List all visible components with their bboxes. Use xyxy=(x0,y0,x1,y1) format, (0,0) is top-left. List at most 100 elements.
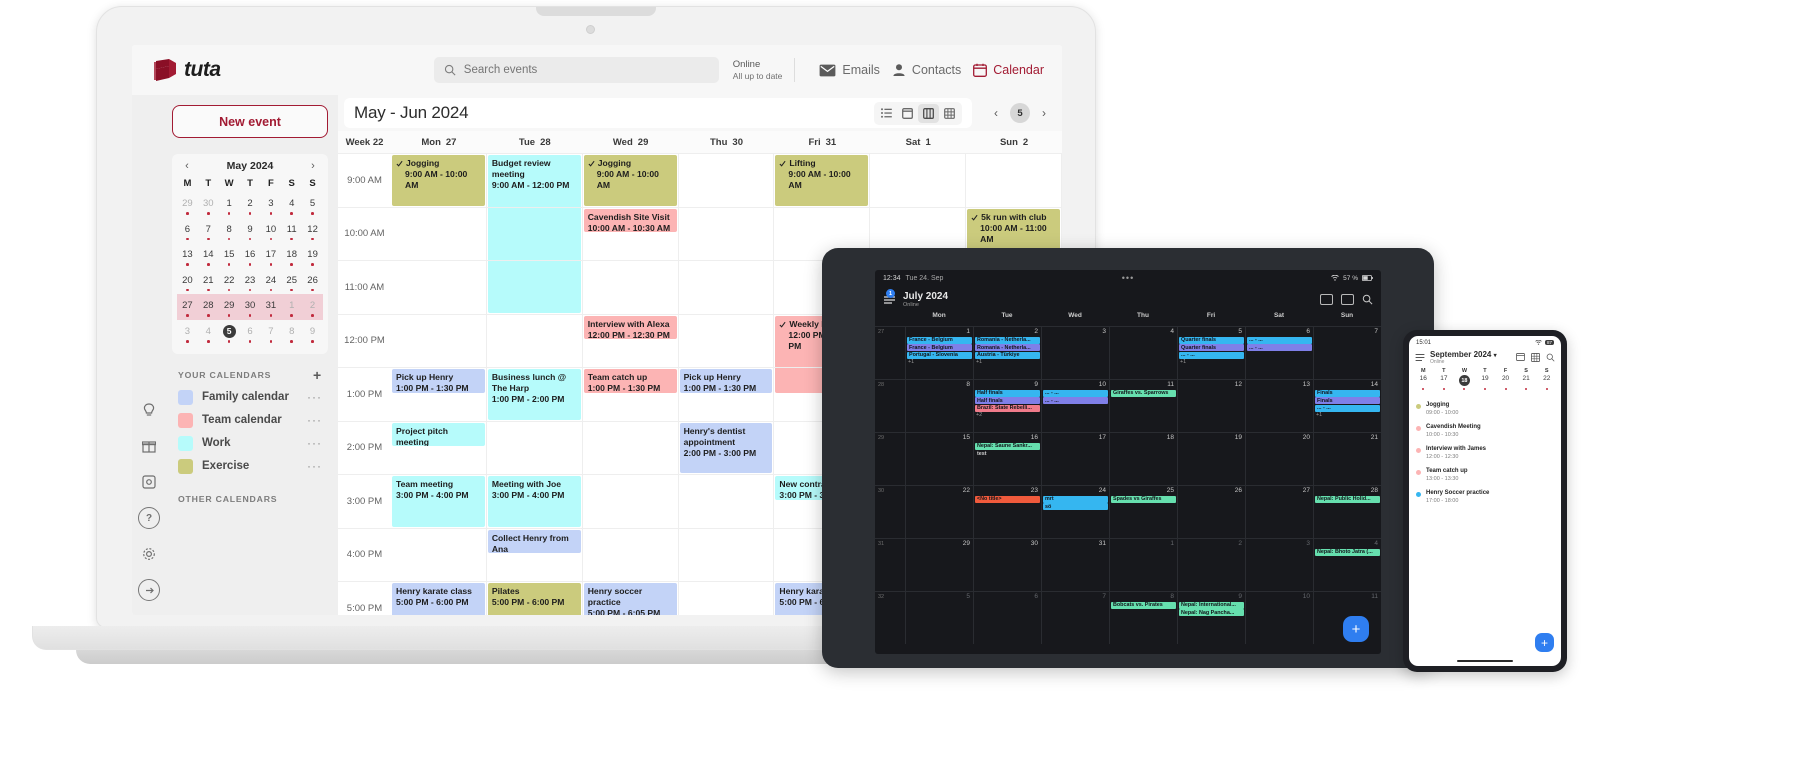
mini-calendar-day[interactable]: 26 xyxy=(302,269,323,295)
time-slot[interactable] xyxy=(678,581,775,615)
mini-calendar-next-icon[interactable]: › xyxy=(307,160,319,172)
time-slot[interactable]: Lifting 9:00 AM - 10:00 AM xyxy=(774,153,871,207)
tablet-day-cell[interactable]: 14 Finals Finals... - ... +1 xyxy=(1313,379,1381,432)
calendar-event[interactable]: Henry karate class 5:00 PM - 6:00 PM xyxy=(392,583,485,615)
calendar-event[interactable]: Team meeting 3:00 PM - 4:00 PM xyxy=(392,476,485,527)
time-slot[interactable] xyxy=(391,260,487,314)
tablet-event-chip[interactable]: Nepal: Saune Sankr... xyxy=(975,442,1040,450)
time-slot[interactable] xyxy=(391,206,487,260)
mini-calendar-day[interactable]: 29 xyxy=(177,192,198,218)
tablet-search-icon[interactable] xyxy=(1362,294,1373,305)
new-event-button[interactable]: New event xyxy=(172,105,328,138)
tablet-event-chip[interactable]: Romania - Netherla... xyxy=(975,344,1040,352)
phone-grid-view-icon[interactable] xyxy=(1531,353,1540,362)
calendar-list-item[interactable]: Work ··· xyxy=(172,432,328,455)
time-slot[interactable]: Cavendish Site Visit 10:00 AM - 10:30 AM xyxy=(582,206,679,260)
time-slot[interactable] xyxy=(582,420,679,474)
tablet-event-chip[interactable]: ... - ... xyxy=(1043,389,1108,397)
tablet-menu-icon[interactable]: 1 xyxy=(883,289,897,306)
tablet-event-chip[interactable]: mrt xyxy=(1043,495,1108,503)
calendar-event[interactable]: Pilates 5:00 PM - 6:00 PM xyxy=(487,583,581,615)
tablet-day-cell[interactable]: 24 mrt sö xyxy=(1041,485,1109,538)
tablet-day-cell[interactable]: 29 xyxy=(905,538,973,591)
phone-day-number[interactable]: 18 xyxy=(1454,374,1475,386)
tablet-more-events-label[interactable]: +1 xyxy=(974,359,1041,365)
mini-calendar-day[interactable]: 1 xyxy=(281,294,302,320)
mini-calendar-day[interactable]: 3 xyxy=(260,192,281,218)
tablet-day-cell[interactable]: 26 xyxy=(1177,485,1245,538)
tablet-day-cell[interactable]: 12 xyxy=(1177,379,1245,432)
tab-week-view[interactable] xyxy=(918,103,939,123)
help-icon[interactable]: ? xyxy=(138,507,160,529)
phone-day-number[interactable]: 22 xyxy=(1536,374,1557,386)
mini-calendar-day[interactable]: 4 xyxy=(198,320,219,346)
time-slot[interactable] xyxy=(582,527,679,581)
calendar-event[interactable]: Lifting 9:00 AM - 10:00 AM xyxy=(775,155,869,206)
time-slot[interactable] xyxy=(870,153,967,207)
calendar-event[interactable]: Henry's dentist appointment 2:00 PM - 3:0… xyxy=(679,422,773,473)
mini-calendar-day[interactable]: 14 xyxy=(198,243,219,269)
mini-calendar-prev-icon[interactable]: ‹ xyxy=(181,160,193,172)
time-slot[interactable] xyxy=(678,260,775,314)
time-slot[interactable]: Pick up Henry 1:00 PM - 1:30 PM xyxy=(678,367,775,421)
phone-agenda-item[interactable]: Cavendish Meeting 10:00 - 10:30 xyxy=(1409,420,1561,442)
tablet-more-events-label[interactable]: +1 xyxy=(1178,359,1245,365)
calendar-list-item[interactable]: Exercise ··· xyxy=(172,455,328,478)
time-slot[interactable]: Team meeting 3:00 PM - 4:00 PM xyxy=(391,474,487,528)
tablet-day-cell[interactable]: 23 <No title> xyxy=(973,485,1041,538)
mini-calendar-day[interactable]: 19 xyxy=(302,243,323,269)
tablet-day-cell[interactable]: 2 xyxy=(1177,538,1245,591)
time-slot[interactable] xyxy=(391,313,487,367)
tablet-day-cell[interactable]: 25 Spades vs Giraffes xyxy=(1109,485,1177,538)
mini-calendar-day[interactable]: 9 xyxy=(240,218,261,244)
day-column-header[interactable]: Tue 28 xyxy=(487,131,583,153)
time-slot[interactable]: Jogging 9:00 AM - 10:00 AM xyxy=(391,153,487,207)
calendar-event[interactable]: Project pitch meeting2:00 PM - 2:30 PM xyxy=(392,422,485,447)
phone-agenda-item[interactable]: Team catch up 13:00 - 13:30 xyxy=(1409,464,1561,486)
calendar-more-icon[interactable]: ··· xyxy=(307,413,322,427)
day-column-header[interactable]: Mon 27 xyxy=(391,131,487,153)
tablet-event-chip[interactable]: Brazil: State Rebelli... xyxy=(975,404,1040,412)
tablet-event-chip[interactable]: ... - ... xyxy=(1315,404,1380,412)
tablet-day-cell[interactable]: 18 xyxy=(1109,432,1177,485)
tablet-day-cell[interactable]: 31 xyxy=(1041,538,1109,591)
mini-calendar-day[interactable]: 12 xyxy=(302,218,323,244)
nav-calendar[interactable]: Calendar xyxy=(973,63,1044,77)
time-slot[interactable]: Collect Henry from Ana4:00 PM - 4:30 PM xyxy=(486,527,583,581)
calendar-list-item[interactable]: Team calendar ··· xyxy=(172,409,328,432)
calendar-event[interactable]: Interview with Alexa 12:00 PM - 12:30 PM xyxy=(583,315,677,340)
mini-calendar-day[interactable]: 16 xyxy=(240,243,261,269)
mini-calendar-day[interactable]: 27 xyxy=(177,294,198,320)
tablet-event-chip[interactable]: France - Belgium xyxy=(907,336,972,344)
phone-add-event-fab[interactable]: + xyxy=(1535,633,1554,652)
tablet-day-cell[interactable]: 9 Half finals Half finals Brazil: State Reb… xyxy=(973,379,1041,432)
prev-period-button[interactable]: ‹ xyxy=(986,103,1006,123)
tablet-day-cell[interactable]: 11 Giraffes vs. Sparrows xyxy=(1109,379,1177,432)
mini-calendar-day[interactable]: 5 xyxy=(219,320,240,346)
mini-calendar-day[interactable]: 4 xyxy=(281,192,302,218)
search-box[interactable] xyxy=(433,57,719,83)
nav-emails[interactable]: Emails xyxy=(819,63,880,77)
mini-calendar-day[interactable]: 6 xyxy=(177,218,198,244)
phone-agenda-item[interactable]: Interview with James 12:00 - 12:30 xyxy=(1409,442,1561,464)
time-slot[interactable]: Budget review meeting 9:00 AM - 12:00 PM xyxy=(486,153,583,313)
invite-icon[interactable] xyxy=(138,471,160,493)
time-slot[interactable] xyxy=(678,527,775,581)
mini-calendar-day[interactable]: 25 xyxy=(281,269,302,295)
tablet-event-chip[interactable]: ... - ... xyxy=(1179,351,1244,359)
mini-calendar-day[interactable]: 1 xyxy=(219,192,240,218)
tablet-event-chip[interactable]: Romania - Netherla... xyxy=(975,336,1040,344)
tablet-event-chip[interactable]: Austria - Türkiye xyxy=(975,351,1040,359)
mini-calendar-day[interactable]: 3 xyxy=(177,320,198,346)
time-slot[interactable] xyxy=(391,527,487,581)
day-column-header[interactable]: Sun 2 xyxy=(966,131,1062,153)
time-slot[interactable] xyxy=(486,260,583,314)
tablet-more-events-label[interactable]: +1 xyxy=(906,359,973,365)
time-slot[interactable] xyxy=(582,474,679,528)
tablet-event-chip[interactable]: Quarter finals xyxy=(1179,336,1244,344)
mini-calendar-day[interactable]: 7 xyxy=(198,218,219,244)
tablet-event-chip[interactable]: France - Belgium xyxy=(907,344,972,352)
tablet-day-cell[interactable]: 3 xyxy=(1041,326,1109,379)
plus-icon[interactable]: + xyxy=(313,368,322,382)
mini-calendar-day[interactable]: 30 xyxy=(240,294,261,320)
